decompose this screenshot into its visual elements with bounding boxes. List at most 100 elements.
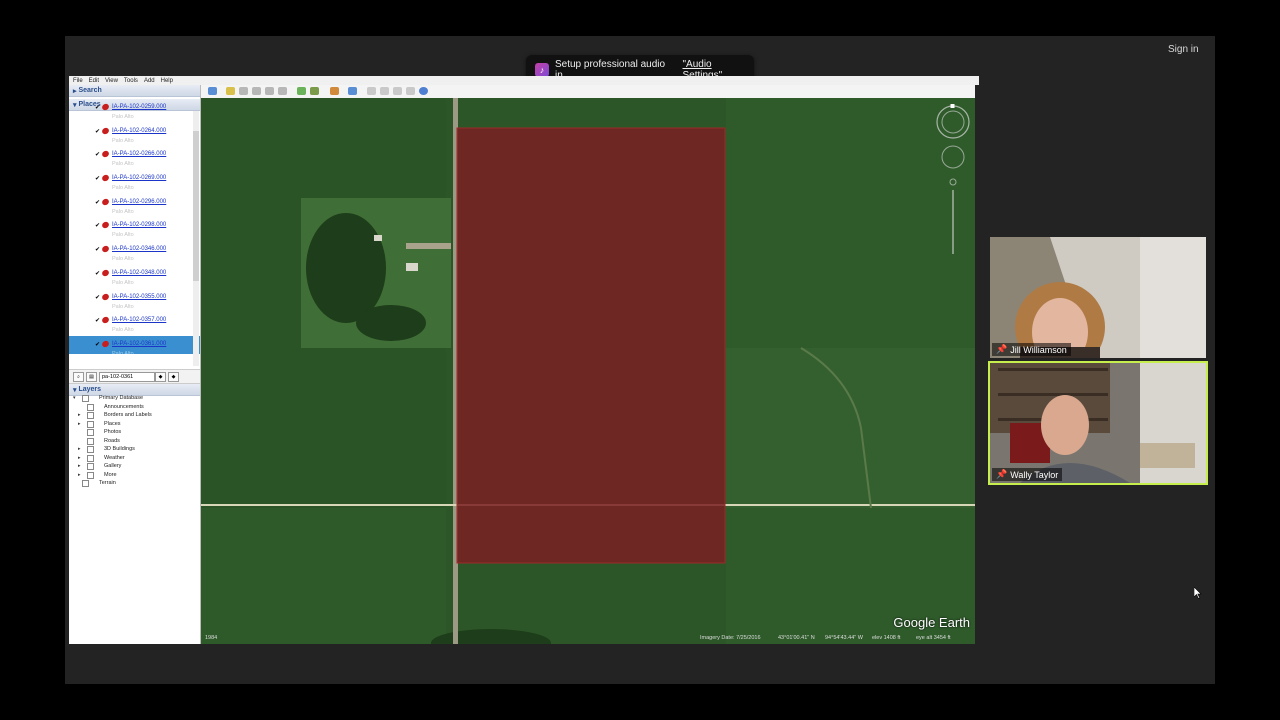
layer-item[interactable]: ▸ Gallery (69, 462, 200, 471)
layer-checkbox[interactable] (87, 403, 94, 411)
checkbox[interactable]: ✔ (95, 270, 100, 277)
layer-item[interactable]: Terrain (69, 479, 200, 488)
layer-item[interactable]: ▸ 3D Buildings (69, 445, 200, 454)
layer-checkbox[interactable] (87, 446, 94, 453)
expand-icon[interactable]: ▸ (78, 472, 81, 478)
expand-icon[interactable]: ▸ (78, 421, 81, 427)
panel-icon[interactable]: ▤ (86, 372, 97, 382)
layer-item[interactable]: ▸ Borders and Labels (69, 411, 200, 420)
place-item[interactable]: ✔ IA-PA-102-0259.000 Palo Alto (69, 99, 200, 123)
maps-icon[interactable] (406, 87, 415, 95)
places-scrollbar[interactable] (193, 111, 199, 366)
earth-icon[interactable] (419, 87, 428, 95)
email-icon[interactable] (367, 87, 376, 95)
layer-item[interactable]: ▸ More (69, 471, 200, 480)
place-item[interactable]: ✔ IA-PA-102-0266.000 Palo Alto (69, 146, 200, 170)
layer-checkbox[interactable] (87, 463, 94, 470)
checkbox[interactable]: ✔ (95, 104, 100, 111)
save-image-icon[interactable] (393, 87, 402, 95)
print-icon[interactable] (380, 87, 389, 95)
place-link[interactable]: IA-PA-102-0259.000 (112, 104, 166, 110)
menu-item-edit[interactable]: Edit (89, 78, 99, 84)
checkbox[interactable]: ✔ (95, 317, 100, 324)
layer-checkbox[interactable] (87, 437, 94, 445)
planets-icon[interactable] (330, 87, 339, 95)
layer-checkbox[interactable] (87, 471, 94, 479)
layer-checkbox[interactable] (87, 412, 94, 419)
layer-checkbox[interactable] (82, 480, 89, 487)
menu-item-view[interactable]: View (105, 78, 118, 84)
placemark-icon[interactable] (226, 87, 235, 95)
checkbox[interactable]: ✔ (95, 199, 100, 206)
sidebar-toggle-icon[interactable] (208, 87, 217, 95)
layer-item[interactable]: Roads (69, 437, 200, 446)
place-item[interactable]: ✔ IA-PA-102-0296.000 Palo Alto (69, 194, 200, 218)
place-item[interactable]: ✔ IA-PA-102-0269.000 Palo Alto (69, 170, 200, 194)
layers-list: ▾ Primary Database Announcements ▸ Borders a… (69, 394, 200, 488)
layer-item[interactable]: Photos (69, 428, 200, 437)
menu-item-help[interactable]: Help (161, 78, 173, 84)
search-panel-header[interactable]: ▸ Search (69, 85, 200, 97)
participant-name-bar: 📌 Jill Williamson (992, 343, 1071, 356)
place-link[interactable]: IA-PA-102-0296.000 (112, 199, 166, 205)
checkbox[interactable]: ✔ (95, 151, 100, 158)
nav-controls-icon[interactable] (935, 102, 971, 262)
participant-tile-wally[interactable]: 📌 Wally Taylor (988, 361, 1208, 485)
polygon-icon[interactable] (239, 87, 248, 95)
menu-item-file[interactable]: File (73, 78, 83, 84)
place-link[interactable]: IA-PA-102-0264.000 (112, 128, 166, 134)
navigation-controls[interactable] (935, 102, 971, 267)
layer-checkbox[interactable] (87, 420, 94, 428)
tour-icon[interactable] (278, 87, 287, 95)
search-icon[interactable]: ⌕ (73, 372, 84, 382)
checkbox[interactable]: ✔ (95, 222, 100, 229)
place-item[interactable]: ✔ IA-PA-102-0348.000 Palo Alto (69, 265, 200, 289)
expand-icon[interactable]: ▸ (78, 463, 81, 469)
elevation: elev 1408 ft (872, 635, 901, 641)
expand-icon[interactable]: ▸ (78, 455, 81, 461)
layer-checkbox[interactable] (82, 395, 89, 402)
layer-checkbox[interactable] (87, 429, 94, 436)
expand-icon[interactable]: ▸ (78, 446, 81, 452)
satellite-map[interactable]: Google Earth 1984 Imagery Date: 7/25/201… (201, 98, 975, 644)
place-link[interactable]: IA-PA-102-0266.000 (112, 151, 166, 157)
participant-tile-jill[interactable]: 📌 Jill Williamson (990, 237, 1206, 358)
checkbox[interactable]: ✔ (95, 246, 100, 253)
menu-item-tools[interactable]: Tools (124, 78, 138, 84)
place-link[interactable]: IA-PA-102-0361.000 (112, 341, 166, 347)
expand-icon[interactable]: ▸ (78, 412, 81, 418)
layer-item[interactable]: Announcements (69, 403, 200, 412)
scrollbar-thumb[interactable] (193, 131, 199, 281)
layer-item[interactable]: ▸ Places (69, 420, 200, 429)
layer-item[interactable]: ▾ Primary Database (69, 394, 200, 403)
place-link[interactable]: IA-PA-102-0357.000 (112, 317, 166, 323)
checkbox[interactable]: ✔ (95, 294, 100, 301)
place-link[interactable]: IA-PA-102-0348.000 (112, 270, 166, 276)
prev-result-icon[interactable]: ◆ (168, 372, 179, 382)
layer-item[interactable]: ▸ Weather (69, 454, 200, 463)
place-link[interactable]: IA-PA-102-0355.000 (112, 294, 166, 300)
layer-checkbox[interactable] (87, 454, 94, 462)
places-search-input[interactable]: pa-102-0361 (99, 372, 155, 382)
expand-icon[interactable]: ▾ (73, 395, 76, 401)
menu-item-add[interactable]: Add (144, 78, 155, 84)
place-item[interactable]: ✔ IA-PA-102-0355.000 Palo Alto (69, 289, 200, 313)
place-item[interactable]: ✔ IA-PA-102-0357.000 Palo Alto (69, 312, 200, 336)
place-item[interactable]: ✔ IA-PA-102-0346.000 Palo Alto (69, 241, 200, 265)
sign-in-link[interactable]: Sign in (1168, 44, 1199, 55)
place-item[interactable]: ✔ IA-PA-102-0264.000 Palo Alto (69, 123, 200, 147)
place-item[interactable]: ✔ IA-PA-102-0361.000 Palo Alto (69, 335, 200, 354)
place-item[interactable]: ✔ IA-PA-102-0298.000 Palo Alto (69, 217, 200, 241)
checkbox[interactable]: ✔ (95, 128, 100, 135)
checkbox[interactable]: ✔ (95, 341, 100, 348)
ruler-icon[interactable] (348, 87, 357, 95)
place-link[interactable]: IA-PA-102-0269.000 (112, 175, 166, 181)
checkbox[interactable]: ✔ (95, 175, 100, 182)
overlay-icon[interactable] (265, 87, 274, 95)
history-icon[interactable] (297, 87, 306, 95)
place-link[interactable]: IA-PA-102-0298.000 (112, 222, 166, 228)
sun-icon[interactable] (310, 87, 319, 95)
path-icon[interactable] (252, 87, 261, 95)
next-result-icon[interactable]: ◆ (155, 372, 166, 382)
place-link[interactable]: IA-PA-102-0346.000 (112, 246, 166, 252)
